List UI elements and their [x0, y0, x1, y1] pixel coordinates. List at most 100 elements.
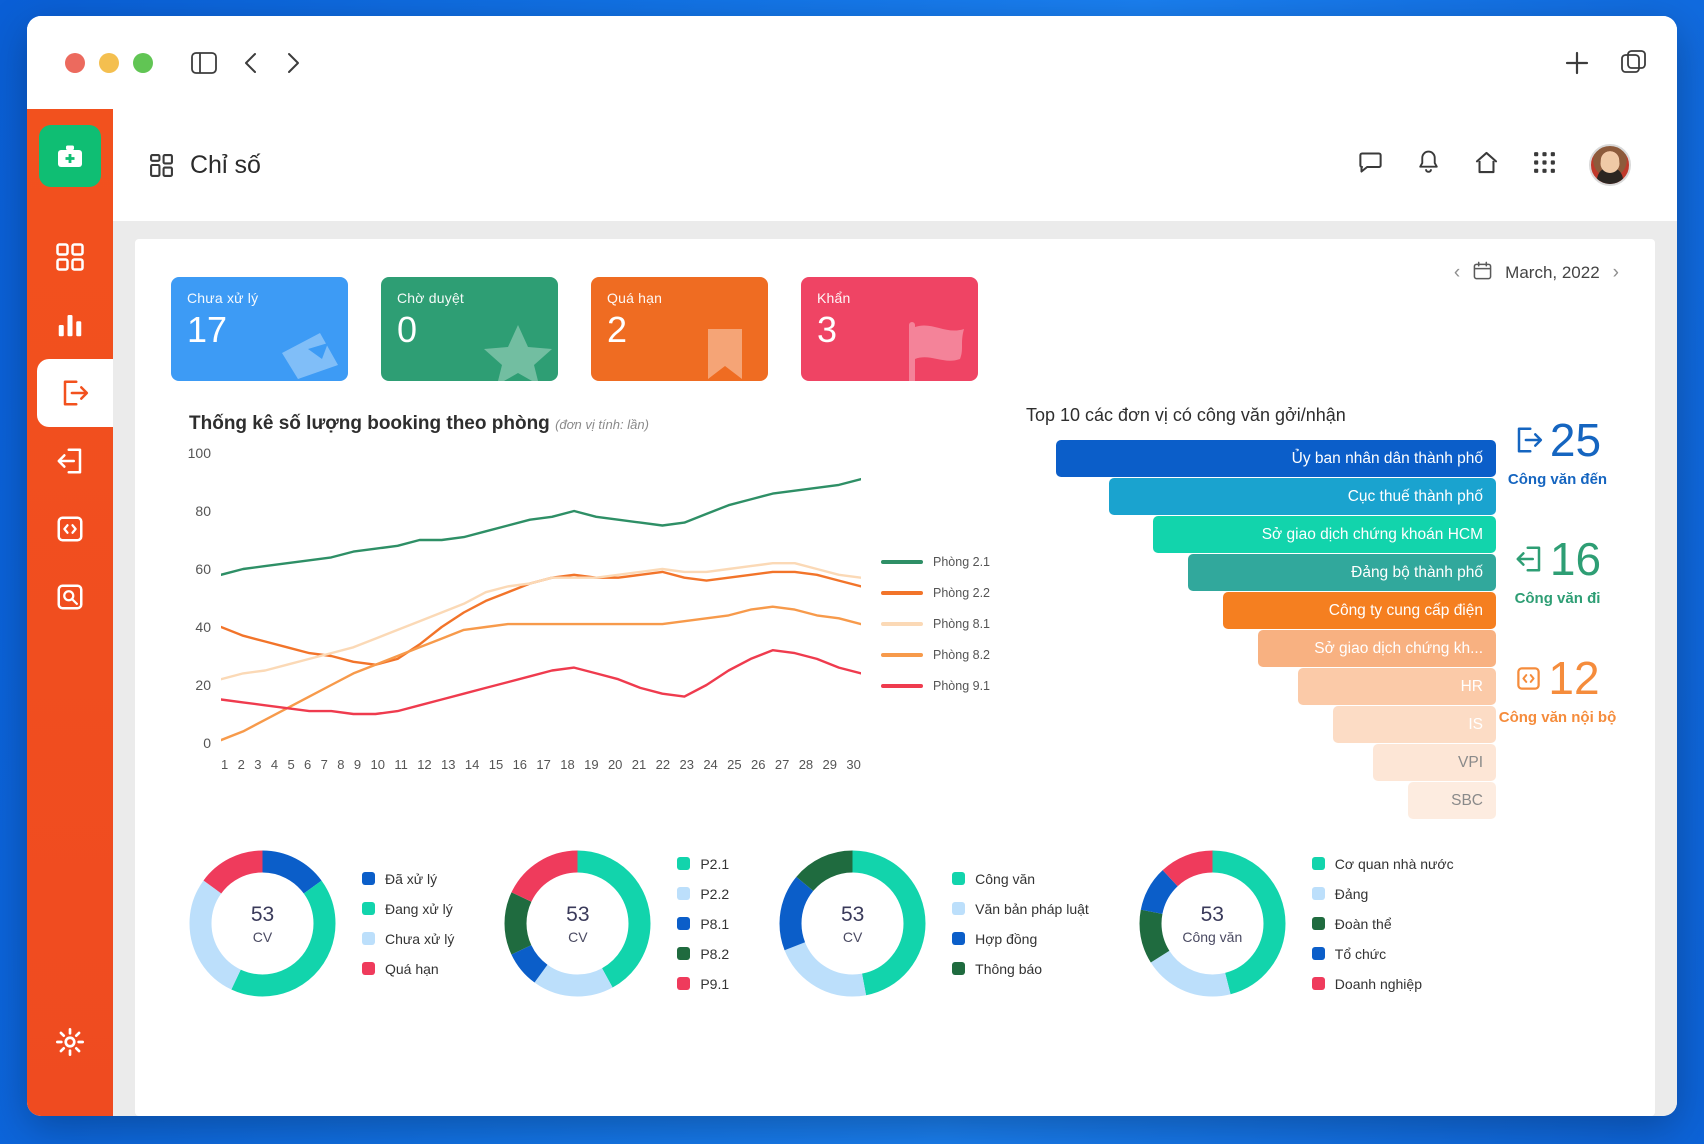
stat-incoming[interactable]: 16 Công văn đi [1514, 536, 1601, 607]
donut-center-sub: CV [253, 929, 272, 945]
stat-caption: Công văn nội bộ [1499, 709, 1617, 726]
legend-swatch [362, 902, 375, 915]
sidebar-item-internal-documents[interactable] [27, 495, 113, 563]
funnel-row[interactable]: Sở giao dịch chứng khoán HCM [1153, 516, 1496, 553]
donut-center-sub: Công văn [1182, 929, 1242, 945]
next-month-button[interactable]: › [1613, 262, 1619, 284]
document-stats-panel: 25 Công văn đến 16 Công văn đi [1496, 395, 1619, 820]
funnel-panel: Top 10 các đơn vị có công văn gởi/nhận Ủ… [1026, 395, 1496, 820]
funnel-row[interactable]: VPI [1373, 744, 1496, 781]
prev-month-button[interactable]: ‹ [1454, 262, 1460, 284]
kpi-card-unprocessed[interactable]: Chưa xử lý 17 [171, 277, 348, 381]
minimize-window-button[interactable] [99, 53, 119, 73]
sidebar-item-outgoing-documents[interactable] [37, 359, 113, 427]
apps-grid-icon[interactable] [1532, 150, 1557, 180]
date-navigator[interactable]: ‹ March, 2022 › [1454, 261, 1619, 285]
legend-swatch [362, 872, 375, 885]
legend-item[interactable]: P2.1 [677, 856, 729, 872]
kpi-card-overdue[interactable]: Quá hạn 2 [591, 277, 768, 381]
sidebar-item-settings[interactable] [27, 1008, 113, 1076]
stat-caption: Công văn đến [1508, 471, 1607, 488]
funnel-label: VPI [1458, 754, 1483, 772]
legend-item[interactable]: Phòng 2.2 [881, 586, 990, 600]
donut-ring: 53CV [775, 846, 930, 1001]
copy-tabs-icon[interactable] [1621, 50, 1647, 76]
legend-item[interactable]: Công văn [952, 871, 1089, 887]
kpi-card-pending-approval[interactable]: Chờ duyệt 0 [381, 277, 558, 381]
legend-item[interactable]: Chưa xử lý [362, 931, 454, 947]
funnel-row[interactable]: Đảng bộ thành phố [1188, 554, 1496, 591]
back-chevron-left-icon[interactable] [243, 51, 259, 75]
x-tick: 7 [321, 757, 328, 772]
legend-item[interactable]: Đảng [1312, 886, 1454, 902]
legend-swatch [677, 887, 690, 900]
sidebar-item-incoming-documents[interactable] [27, 427, 113, 495]
chat-icon[interactable] [1357, 149, 1384, 181]
bookmark-icon [696, 325, 752, 381]
x-tick: 2 [238, 757, 245, 772]
legend-item[interactable]: Phòng 9.1 [881, 679, 990, 693]
funnel-row[interactable]: Cục thuế thành phố [1109, 478, 1496, 515]
stat-internal[interactable]: 12 Công văn nội bộ [1499, 655, 1617, 726]
donut-chart-processing-status: 53CVĐã xử lýĐang xử lýChưa xử lýQuá hạn [177, 846, 454, 1001]
forward-chevron-right-icon[interactable] [285, 51, 301, 75]
grid-icon [55, 242, 85, 272]
funnel-label: Sở giao dịch chứng khoán HCM [1262, 526, 1483, 544]
login-arrow-icon [55, 446, 85, 476]
legend-label: Cơ quan nhà nước [1335, 856, 1454, 872]
home-icon[interactable] [1473, 149, 1500, 181]
plus-icon[interactable] [1563, 49, 1591, 77]
main-content: Chỉ số [113, 109, 1677, 1116]
legend-item[interactable]: Doanh nghiệp [1312, 976, 1454, 992]
legend-swatch [1312, 917, 1325, 930]
legend-item[interactable]: Tổ chức [1312, 946, 1454, 962]
legend-item[interactable]: Phòng 8.2 [881, 648, 990, 662]
stat-outgoing[interactable]: 25 Công văn đến [1508, 417, 1607, 488]
bell-icon[interactable] [1416, 149, 1441, 181]
legend-item[interactable]: P9.1 [677, 976, 729, 992]
stat-value: 16 [1550, 536, 1601, 582]
legend-item[interactable]: Văn bản pháp luật [952, 901, 1089, 917]
funnel-row[interactable]: Ủy ban nhân dân thành phố [1056, 440, 1496, 477]
sidebar-item-dashboard[interactable] [27, 223, 113, 291]
legend-item[interactable]: Đoàn thể [1312, 916, 1454, 932]
legend-item[interactable]: P8.1 [677, 916, 729, 932]
legend-item[interactable]: Đã xử lý [362, 871, 454, 887]
legend-swatch [1312, 947, 1325, 960]
legend-item[interactable]: P8.2 [677, 946, 729, 962]
funnel-row[interactable]: Sở giao dịch chứng kh... [1258, 630, 1496, 667]
legend-item[interactable]: Quá hạn [362, 961, 454, 977]
avatar[interactable] [1589, 144, 1631, 186]
y-tick: 100 [188, 445, 221, 461]
close-window-button[interactable] [65, 53, 85, 73]
legend-item[interactable]: Đang xử lý [362, 901, 454, 917]
legend-item[interactable]: P2.2 [677, 886, 729, 902]
window-controls[interactable] [65, 53, 153, 73]
app-logo[interactable] [39, 125, 101, 187]
legend-item[interactable]: Phòng 2.1 [881, 555, 990, 569]
legend-label: Phòng 9.1 [933, 679, 990, 693]
sidebar-item-reports[interactable] [27, 291, 113, 359]
x-tick: 20 [608, 757, 622, 772]
funnel-row[interactable]: SBC [1408, 782, 1496, 819]
legend-item[interactable]: Thông báo [952, 961, 1089, 977]
donut-center-label: 53Công văn [1135, 846, 1290, 1001]
sidebar-item-document-search[interactable] [27, 563, 113, 631]
funnel-row[interactable]: IS [1333, 706, 1496, 743]
legend-label: Doanh nghiệp [1335, 976, 1422, 992]
funnel-chart: Ủy ban nhân dân thành phốCục thuế thành … [1026, 440, 1496, 820]
funnel-row[interactable]: Công ty cung cấp điện [1223, 592, 1496, 629]
funnel-row[interactable]: HR [1298, 668, 1496, 705]
donut-center-value: 53 [841, 903, 864, 927]
line-chart-unit: (đơn vị tính: lần) [555, 417, 649, 432]
legend-label: Thông báo [975, 961, 1042, 977]
legend-item[interactable]: Hợp đồng [952, 931, 1089, 947]
legend-item[interactable]: Phòng 8.1 [881, 617, 990, 631]
x-tick: 3 [254, 757, 261, 772]
kpi-card-urgent[interactable]: Khẩn 3 [801, 277, 978, 381]
sidebar-toggle-icon[interactable] [191, 52, 217, 74]
funnel-label: SBC [1451, 792, 1483, 810]
legend-swatch [677, 857, 690, 870]
legend-item[interactable]: Cơ quan nhà nước [1312, 856, 1454, 872]
maximize-window-button[interactable] [133, 53, 153, 73]
